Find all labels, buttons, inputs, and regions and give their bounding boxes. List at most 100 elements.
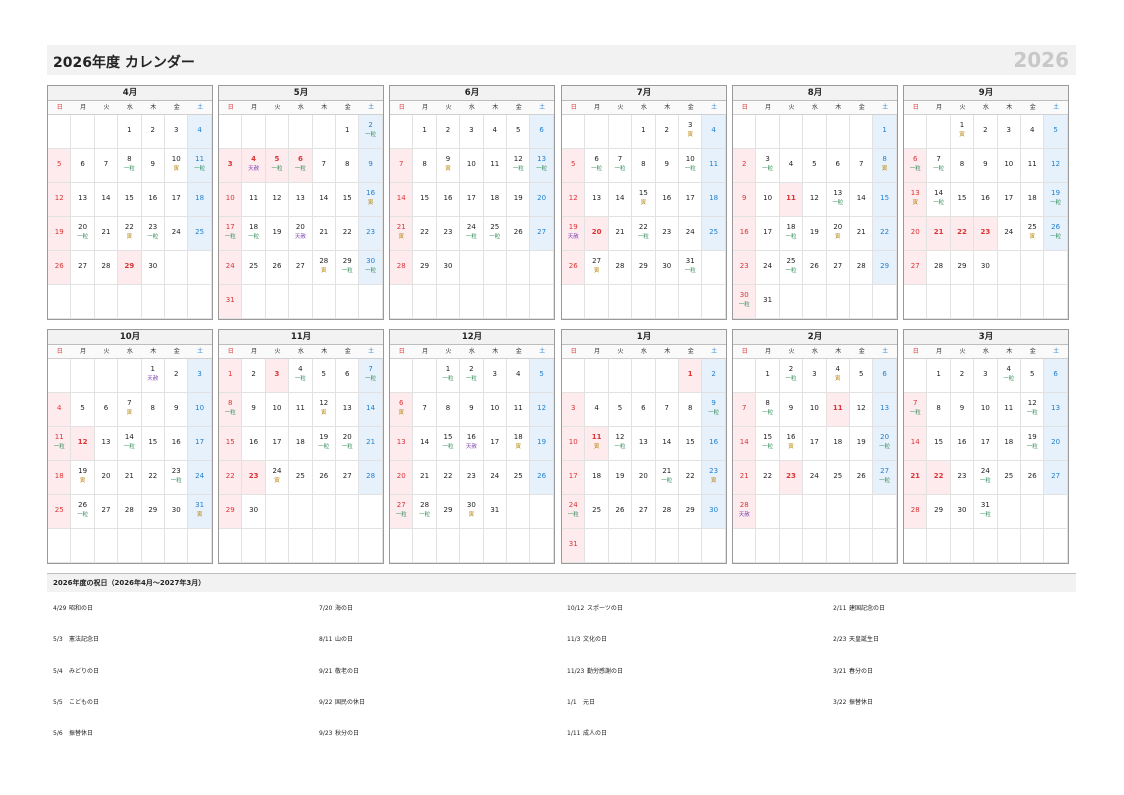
holiday-item: 9/22 国民の休日 (319, 697, 365, 706)
day-cell: 7 (312, 149, 336, 183)
almanac-tag: 一粒 (785, 234, 797, 240)
day-cell: 24 一粒 (974, 461, 998, 495)
day-number: 22 (420, 228, 430, 236)
almanac-tag: 寅 (959, 132, 965, 138)
day-number: 5 (321, 370, 327, 378)
day-number: 20 (295, 223, 305, 231)
day-cell: 29 (632, 251, 656, 285)
day-number: 19 (272, 228, 282, 236)
almanac-tag: 寅 (126, 234, 133, 240)
almanac-tag: 一粒 (365, 132, 377, 138)
day-number: 16 (957, 438, 967, 446)
empty-cell (312, 285, 336, 319)
day-number: 22 (685, 472, 695, 480)
empty-cell (997, 495, 1021, 529)
day-cell: 18 一粒 (242, 217, 266, 251)
empty-cell (562, 359, 586, 393)
empty-cell (71, 529, 95, 563)
day-cell: 11 (1021, 149, 1045, 183)
day-cell: 29 (413, 251, 437, 285)
day-cell: 10 (997, 149, 1021, 183)
holiday-item: 8/11 山の日 (319, 634, 353, 643)
holiday-date: 2/23 (833, 636, 847, 644)
day-cell: 17 (483, 427, 507, 461)
day-number: 9 (173, 404, 179, 412)
weekday-header: 金 (507, 101, 531, 115)
almanac-tag: 一粒 (365, 268, 377, 274)
holiday-date: 7/20 (319, 605, 333, 612)
day-cell: 8 (413, 149, 437, 183)
holiday-item: 3/21 春分の日 (833, 666, 873, 675)
day-cell: 21 (850, 217, 874, 251)
day-cell: 8 (950, 149, 975, 183)
day-cell: 3 一粒 (756, 149, 780, 183)
day-cell: 27 (1044, 461, 1068, 495)
day-cell: 30 (702, 495, 726, 529)
month-title: 8月 (733, 86, 897, 101)
day-cell: 19 (265, 217, 290, 251)
day-cell: 7 一粒 (608, 149, 633, 183)
day-cell: 20 (632, 461, 656, 495)
day-cell: 31 (219, 285, 243, 319)
day-cell: 7 一粒 (359, 359, 383, 393)
weekday-header: 日 (219, 345, 243, 359)
almanac-tag: 一粒 (879, 444, 891, 450)
day-number: 28 (739, 501, 749, 509)
day-number: 6 (835, 160, 841, 168)
day-cell: 18 (483, 183, 507, 217)
empty-cell (413, 529, 437, 563)
day-number: 27 (396, 501, 406, 509)
day-cell: 23 (974, 217, 998, 251)
empty-cell (904, 285, 928, 319)
day-number: 1 (445, 365, 451, 373)
day-cell: 22 (950, 217, 975, 251)
day-cell: 10 (188, 393, 212, 427)
day-cell: 22 (436, 461, 461, 495)
day-cell: 11 (997, 393, 1021, 427)
day-number: 25 (54, 506, 64, 514)
day-number: 20 (638, 472, 648, 480)
empty-cell (756, 115, 780, 149)
empty-cell (436, 529, 461, 563)
day-cell: 19 (507, 183, 531, 217)
day-number: 12 (1027, 399, 1037, 407)
empty-cell (413, 285, 437, 319)
weekday-header: 木 (826, 101, 850, 115)
day-number: 30 (662, 262, 672, 270)
day-number: 24 (980, 467, 990, 475)
weekday-header: 木 (483, 345, 507, 359)
holiday-date: 8/11 (319, 636, 333, 644)
day-cell: 18 (1021, 183, 1045, 217)
day-number: 16 (739, 228, 749, 236)
empty-cell (48, 285, 72, 319)
day-number: 26 (568, 262, 578, 270)
day-cell: 21 (312, 217, 336, 251)
weekday-header: 土 (1044, 345, 1068, 359)
empty-cell (585, 115, 609, 149)
day-cell: 5 (1044, 115, 1068, 149)
day-cell: 1 (219, 359, 243, 393)
day-cell: 15 (873, 183, 897, 217)
day-cell: 27 (336, 461, 360, 495)
holiday-item: 2/23 天皇誕生日 (833, 634, 879, 643)
day-cell: 28 寅 (312, 251, 336, 285)
day-number: 19 (615, 472, 625, 480)
day-cell: 13 (71, 183, 95, 217)
day-number: 23 (786, 472, 796, 480)
day-cell: 12 (803, 183, 827, 217)
day-number: 18 (786, 223, 796, 231)
almanac-tag: 一粒 (77, 234, 89, 240)
holiday-item: 11/23 勤労感謝の日 (567, 666, 623, 675)
day-number: 12 (319, 399, 329, 407)
day-cell: 9寅 (436, 149, 461, 183)
day-number: 5 (1029, 370, 1035, 378)
day-number: 28 (662, 506, 672, 514)
day-number: 5 (617, 404, 623, 412)
day-number: 30 (148, 262, 158, 270)
holiday-name: 建国記念の日 (849, 605, 886, 612)
day-number: 2 (251, 370, 256, 378)
day-number: 6 (594, 155, 599, 163)
day-cell: 26 (312, 461, 336, 495)
empty-cell (48, 359, 72, 393)
holiday-list-title: 2026年度の祝日（2026年4月～2027年3月） (47, 573, 1076, 592)
